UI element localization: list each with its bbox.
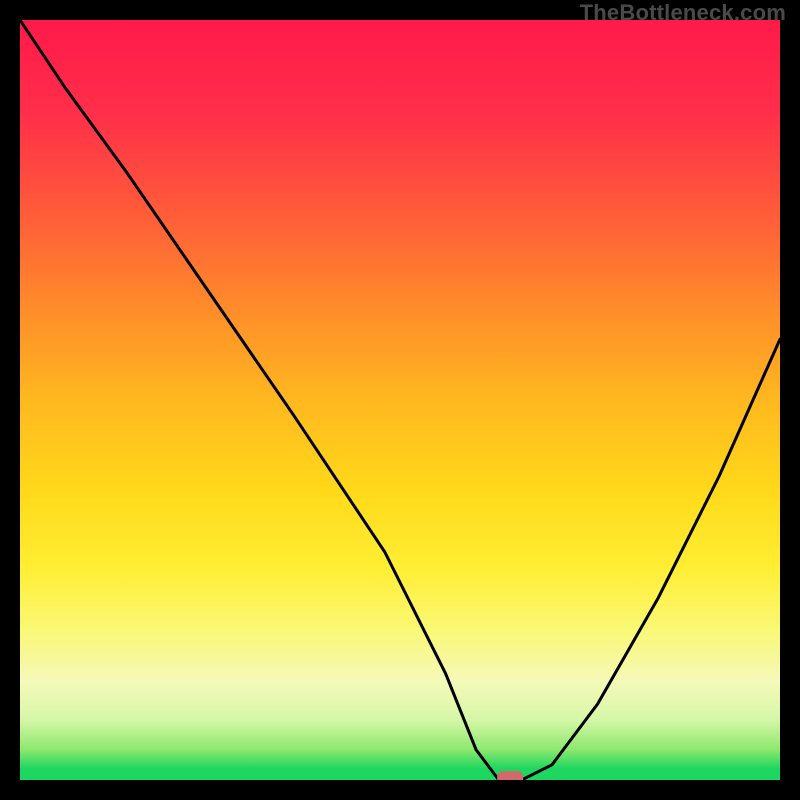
optimal-point-marker (497, 771, 523, 780)
bottleneck-curve-line (20, 20, 780, 780)
chart-overlay (20, 20, 780, 780)
watermark-text: TheBottleneck.com (580, 0, 786, 26)
chart-container: TheBottleneck.com (0, 0, 800, 800)
